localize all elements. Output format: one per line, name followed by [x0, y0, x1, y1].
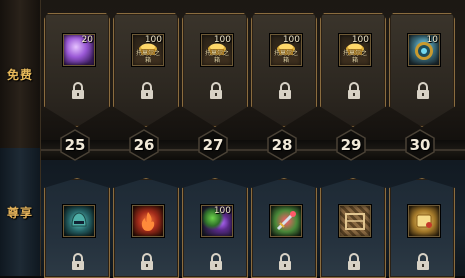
premium-reward-card-25[interactable] [44, 178, 110, 278]
sword-icon[interactable] [270, 205, 302, 237]
lock-icon [210, 253, 222, 270]
level-number: 30 [409, 136, 431, 154]
sword-art [276, 211, 296, 231]
gold-chest-icon[interactable]: 100 托莫尔之箱 [339, 34, 371, 66]
lock-icon [210, 82, 222, 99]
level-track: 25 26 27 28 29 30 [41, 129, 465, 161]
orbs-icon[interactable]: 100 [201, 205, 233, 237]
helmet-icon[interactable] [63, 205, 95, 237]
level-badge-29: 29 [334, 128, 368, 162]
level-number: 27 [202, 136, 224, 154]
level-badge-27: 27 [196, 128, 230, 162]
premium-reward-card-26[interactable] [113, 178, 179, 278]
item-subtitle: 托莫尔之箱 [204, 50, 229, 64]
crate-icon[interactable] [339, 205, 371, 237]
lock-icon [141, 253, 153, 270]
crate-art [345, 213, 365, 230]
premium-reward-card-29[interactable] [320, 178, 386, 278]
free-reward-card-28[interactable]: 100 托莫尔之箱 [251, 13, 317, 127]
premium-track-label: 尊享 [0, 148, 41, 276]
item-count: 100 [282, 35, 300, 45]
item-count: 100 [213, 206, 231, 216]
level-number: 28 [271, 136, 293, 154]
item-subtitle: 托莫尔之箱 [135, 50, 160, 64]
free-reward-card-25[interactable]: 20 [44, 13, 110, 127]
item-subtitle: 托莫尔之箱 [342, 50, 367, 64]
item-count: 10 [426, 35, 438, 45]
free-reward-card-30[interactable]: 10 [389, 13, 455, 127]
level-number: 29 [340, 136, 362, 154]
gold-chest-icon[interactable]: 100 托莫尔之箱 [132, 34, 164, 66]
item-count: 100 [144, 35, 162, 45]
battle-pass-panel: 免费 尊享 20 100 托莫尔之箱 100 托莫尔之箱 100 托莫尔之箱 1… [0, 0, 465, 278]
helmet-art [71, 212, 87, 227]
scroll-icon[interactable] [408, 205, 440, 237]
level-badge-26: 26 [127, 128, 161, 162]
lock-icon [279, 82, 291, 99]
level-badge-28: 28 [265, 128, 299, 162]
coin-icon[interactable]: 10 [408, 34, 440, 66]
lock-icon [417, 82, 429, 99]
level-track-line [41, 149, 465, 151]
gold-chest-icon[interactable]: 100 托莫尔之箱 [270, 34, 302, 66]
premium-reward-card-27[interactable]: 100 [182, 178, 248, 278]
lock-icon [72, 82, 84, 99]
free-reward-card-29[interactable]: 100 托莫尔之箱 [320, 13, 386, 127]
item-count: 100 [351, 35, 369, 45]
lock-icon [417, 253, 429, 270]
lock-icon [141, 82, 153, 99]
free-reward-card-26[interactable]: 100 托莫尔之箱 [113, 13, 179, 127]
premium-reward-card-30[interactable] [389, 178, 455, 278]
scroll-art [416, 214, 432, 228]
item-count: 20 [81, 35, 93, 45]
level-badge-30: 30 [403, 128, 437, 162]
fire-art [141, 212, 155, 231]
free-label-text: 免费 [6, 67, 33, 82]
item-subtitle: 托莫尔之箱 [273, 50, 298, 64]
free-reward-card-27[interactable]: 100 托莫尔之箱 [182, 13, 248, 127]
item-count: 100 [213, 35, 231, 45]
gold-chest-icon[interactable]: 100 托莫尔之箱 [201, 34, 233, 66]
crystal-icon[interactable]: 20 [63, 34, 95, 66]
free-track-label: 免费 [0, 0, 41, 148]
lock-icon [72, 253, 84, 270]
lock-icon [348, 253, 360, 270]
level-badge-25: 25 [58, 128, 92, 162]
lock-icon [348, 82, 360, 99]
level-number: 25 [64, 136, 86, 154]
level-number: 26 [133, 136, 155, 154]
premium-label-text: 尊享 [6, 205, 33, 220]
fire-item-icon[interactable] [132, 205, 164, 237]
premium-reward-card-28[interactable] [251, 178, 317, 278]
lock-icon [279, 253, 291, 270]
